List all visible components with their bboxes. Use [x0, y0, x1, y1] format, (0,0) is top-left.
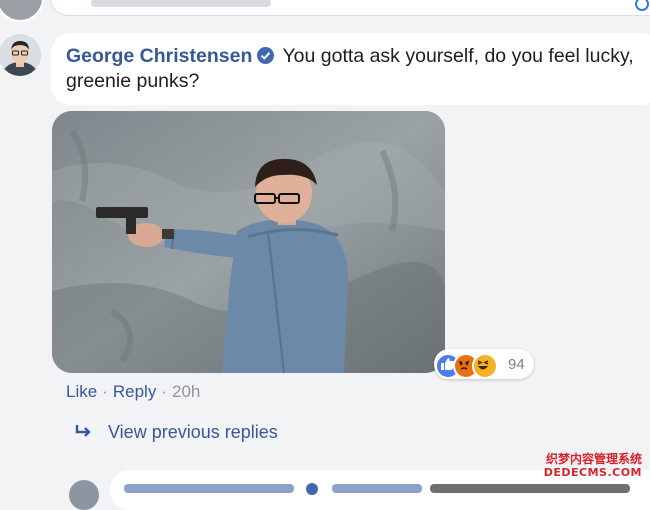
like-button[interactable]: Like — [66, 382, 97, 401]
reactions-summary[interactable]: 94 — [434, 349, 534, 379]
comment-photo[interactable] — [52, 111, 445, 373]
reply-avatar[interactable] — [69, 480, 99, 510]
reply-verified-icon — [306, 483, 318, 495]
reply-text-fragment — [430, 484, 630, 493]
reply-arrow-icon — [75, 425, 91, 437]
reaction-count: 94 — [508, 356, 525, 373]
action-separator: · — [161, 382, 167, 401]
emoji-icon[interactable] — [635, 0, 649, 11]
previous-comment-avatar[interactable] — [0, 0, 44, 22]
reply-author-fragment — [124, 484, 294, 493]
man-with-pistol-image — [52, 111, 445, 373]
verified-badge-icon — [257, 47, 275, 64]
watermark-line-2: DEDECMS.COM — [543, 466, 642, 479]
comment-timestamp[interactable]: 20h — [172, 382, 200, 401]
view-previous-replies-label: View previous replies — [108, 422, 278, 442]
author-name[interactable]: George Christensen — [66, 45, 252, 67]
avatar-portrait-icon — [0, 34, 41, 76]
previous-comment-text-fragment — [91, 0, 271, 7]
haha-icon — [472, 353, 498, 379]
watermark-line-1: 织梦内容管理系统 — [545, 452, 642, 466]
reply-button[interactable]: Reply — [113, 382, 156, 401]
site-watermark: 织梦内容管理系统 DEDECMS.COM — [538, 452, 642, 482]
comment-text-block: George Christensen You gotta ask yoursel… — [66, 44, 646, 94]
reply-mention-fragment — [332, 484, 422, 493]
avatar[interactable] — [0, 34, 41, 76]
view-previous-replies-link[interactable]: View previous replies — [74, 422, 278, 443]
previous-comment-bubble — [50, 0, 650, 16]
comment-bubble: George Christensen You gotta ask yoursel… — [51, 33, 650, 105]
action-separator: · — [102, 382, 108, 401]
comment-actions: Like · Reply · 20h — [66, 382, 200, 402]
